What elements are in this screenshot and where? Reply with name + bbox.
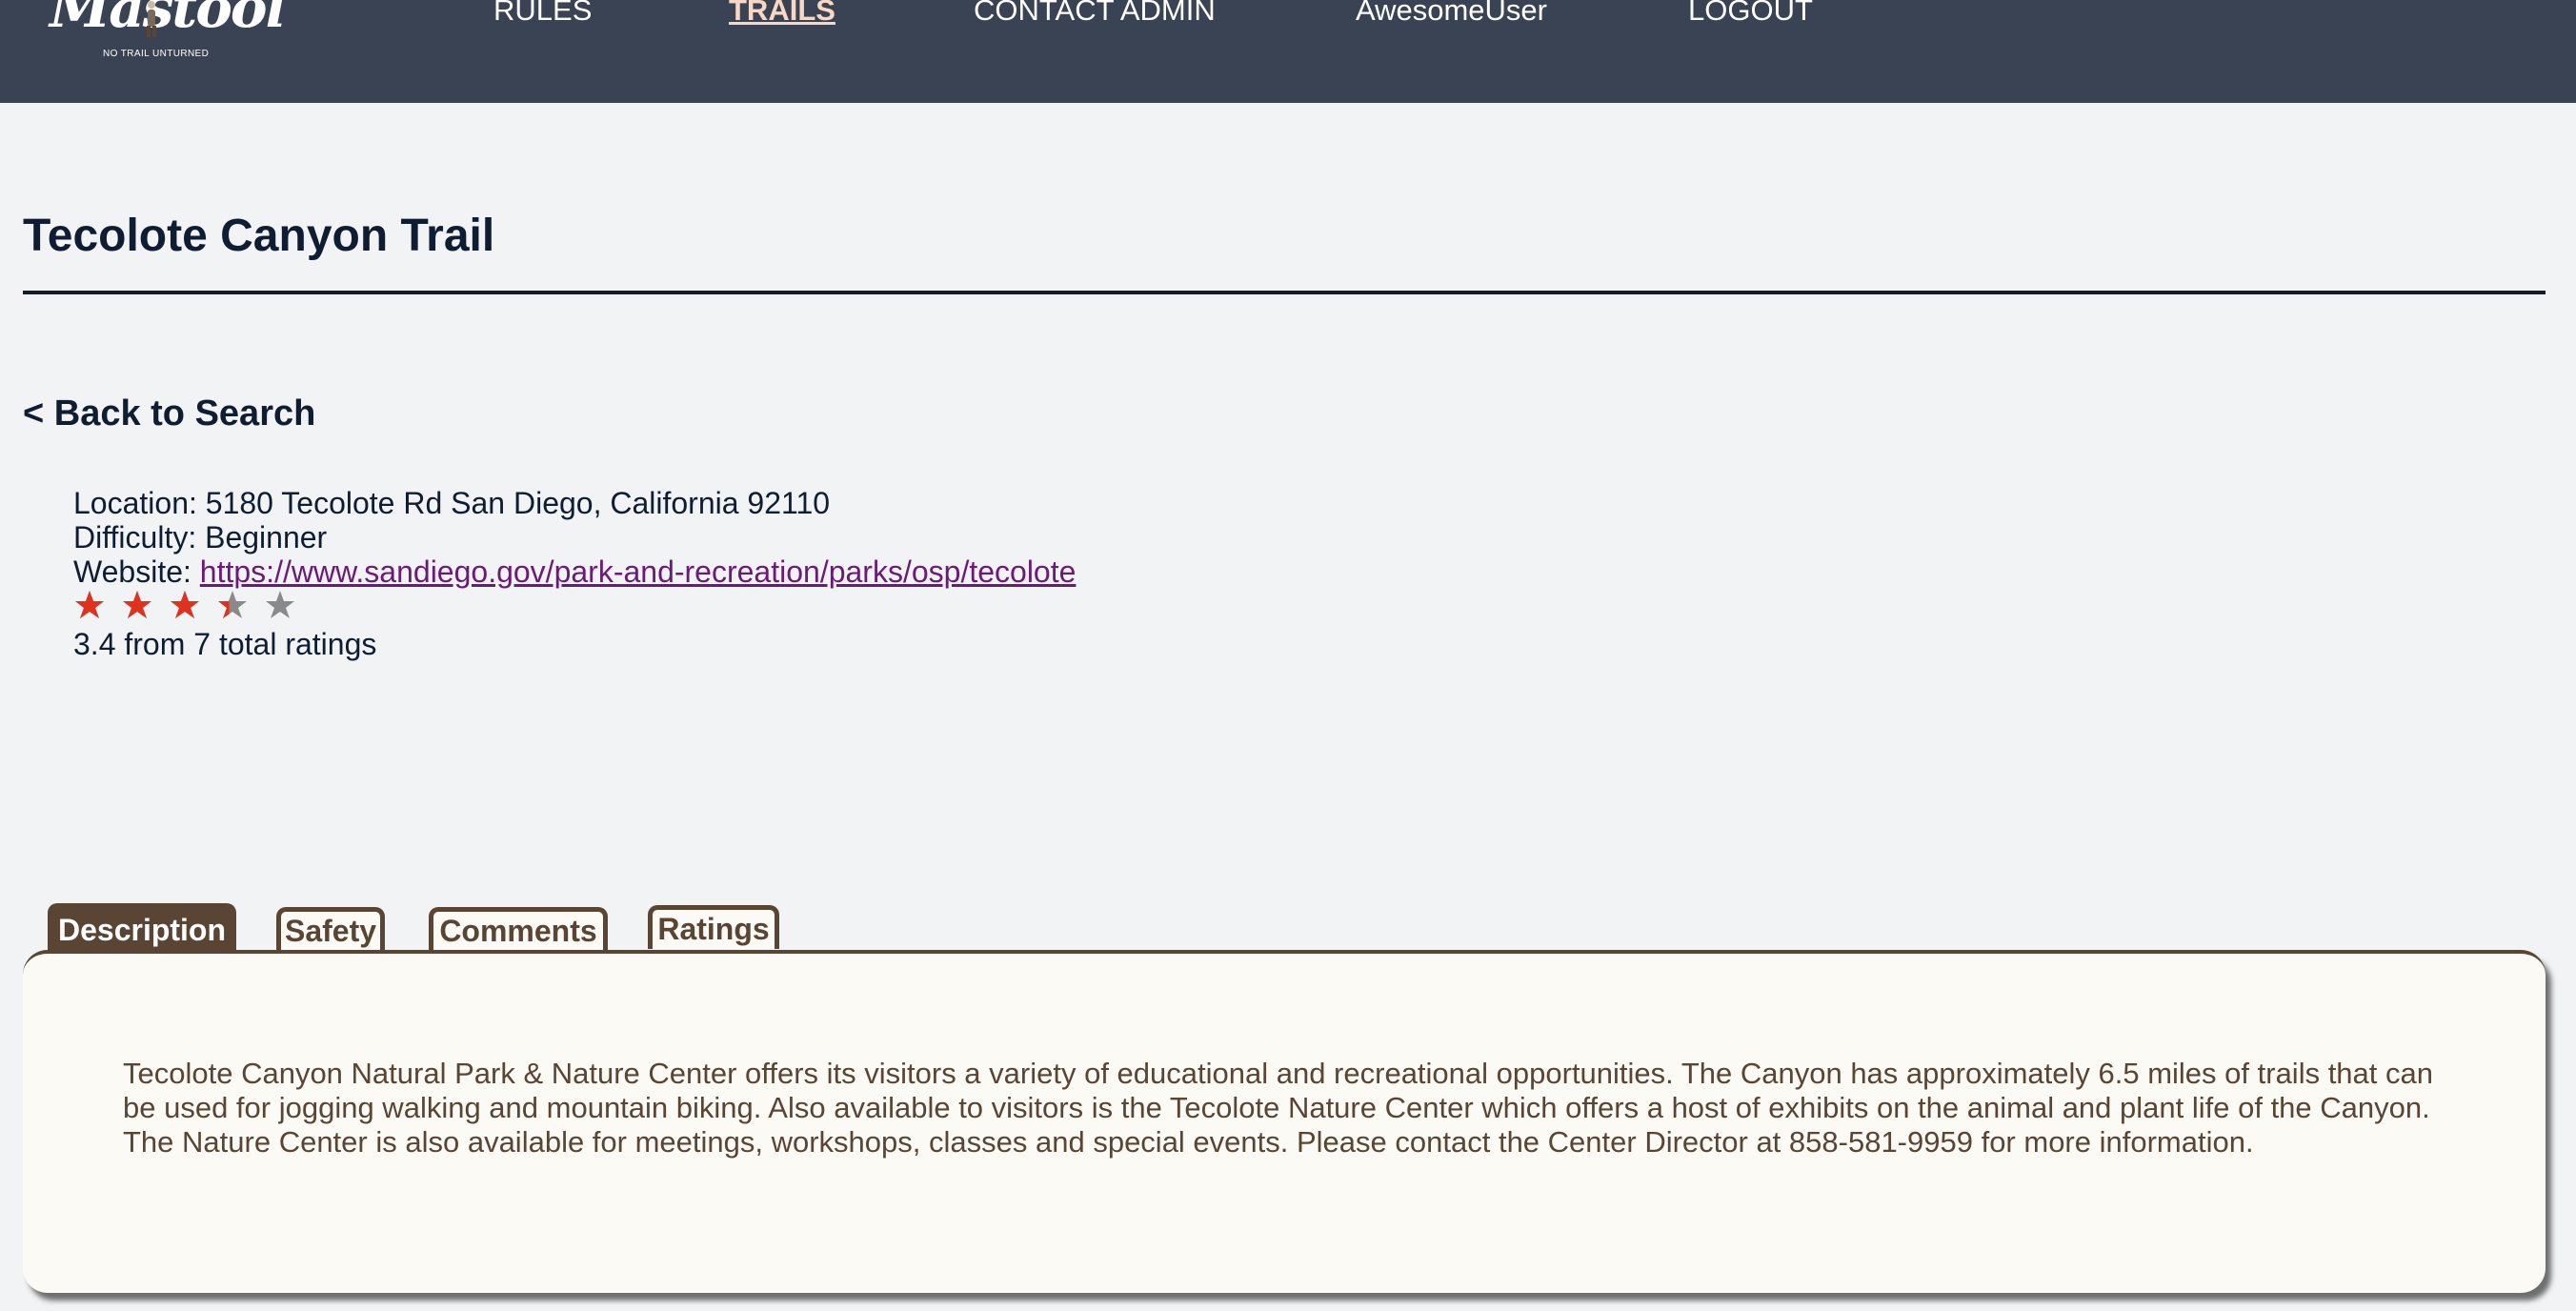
nav-trails-link[interactable]: TRAILS — [729, 0, 835, 27]
star-icon — [266, 591, 294, 618]
nav-contact-admin-link[interactable]: CONTACT ADMIN — [974, 0, 1216, 27]
star-icon — [75, 591, 104, 618]
star-icon — [218, 591, 247, 618]
location-value: 5180 Tecolote Rd San Diego, California 9… — [205, 486, 831, 520]
nav-logout-link[interactable]: LOGOUT — [1688, 0, 1813, 27]
tab-description[interactable]: Description — [48, 903, 236, 953]
difficulty-row: Difficulty: Beginner — [73, 520, 1076, 555]
title-divider — [23, 291, 2546, 294]
tab-comments[interactable]: Comments — [429, 907, 608, 951]
difficulty-label: Difficulty: — [73, 520, 197, 555]
website-label: Website: — [73, 555, 191, 589]
page-title: Tecolote Canyon Trail — [23, 211, 495, 261]
nav-user-link[interactable]: AwesomeUser — [1356, 0, 1547, 27]
location-row: Location: 5180 Tecolote Rd San Diego, Ca… — [73, 486, 1076, 520]
logo-wordmark: Mastool — [50, 0, 287, 40]
site-logo[interactable]: Mastool NO TRAIL UNTURNED — [48, 0, 287, 76]
rating-summary: 3.4 from 7 total ratings — [73, 627, 377, 661]
star-icon — [123, 591, 151, 618]
location-label: Location: — [73, 486, 197, 520]
tab-safety[interactable]: Safety — [276, 907, 385, 951]
top-navbar: Mastool NO TRAIL UNTURNED RULES TRAILS C… — [0, 0, 2576, 103]
trail-description: Tecolote Canyon Natural Park & Nature Ce… — [123, 1057, 2433, 1159]
website-row: Website: https://www.sandiego.gov/park-a… — [73, 555, 1076, 589]
logo-tagline: NO TRAIL UNTURNED — [103, 49, 210, 59]
difficulty-value: Beginner — [205, 520, 328, 555]
star-icon — [171, 591, 199, 618]
nav-rules-link[interactable]: RULES — [493, 0, 592, 27]
logo-hiker-icon — [147, 1, 156, 37]
trail-info: Location: 5180 Tecolote Rd San Diego, Ca… — [73, 486, 1076, 589]
website-link[interactable]: https://www.sandiego.gov/park-and-recrea… — [200, 555, 1077, 589]
tab-panel-description: Tecolote Canyon Natural Park & Nature Ce… — [23, 950, 2546, 1293]
back-to-search-link[interactable]: < Back to Search — [23, 393, 315, 434]
tab-ratings[interactable]: Ratings — [648, 905, 779, 949]
